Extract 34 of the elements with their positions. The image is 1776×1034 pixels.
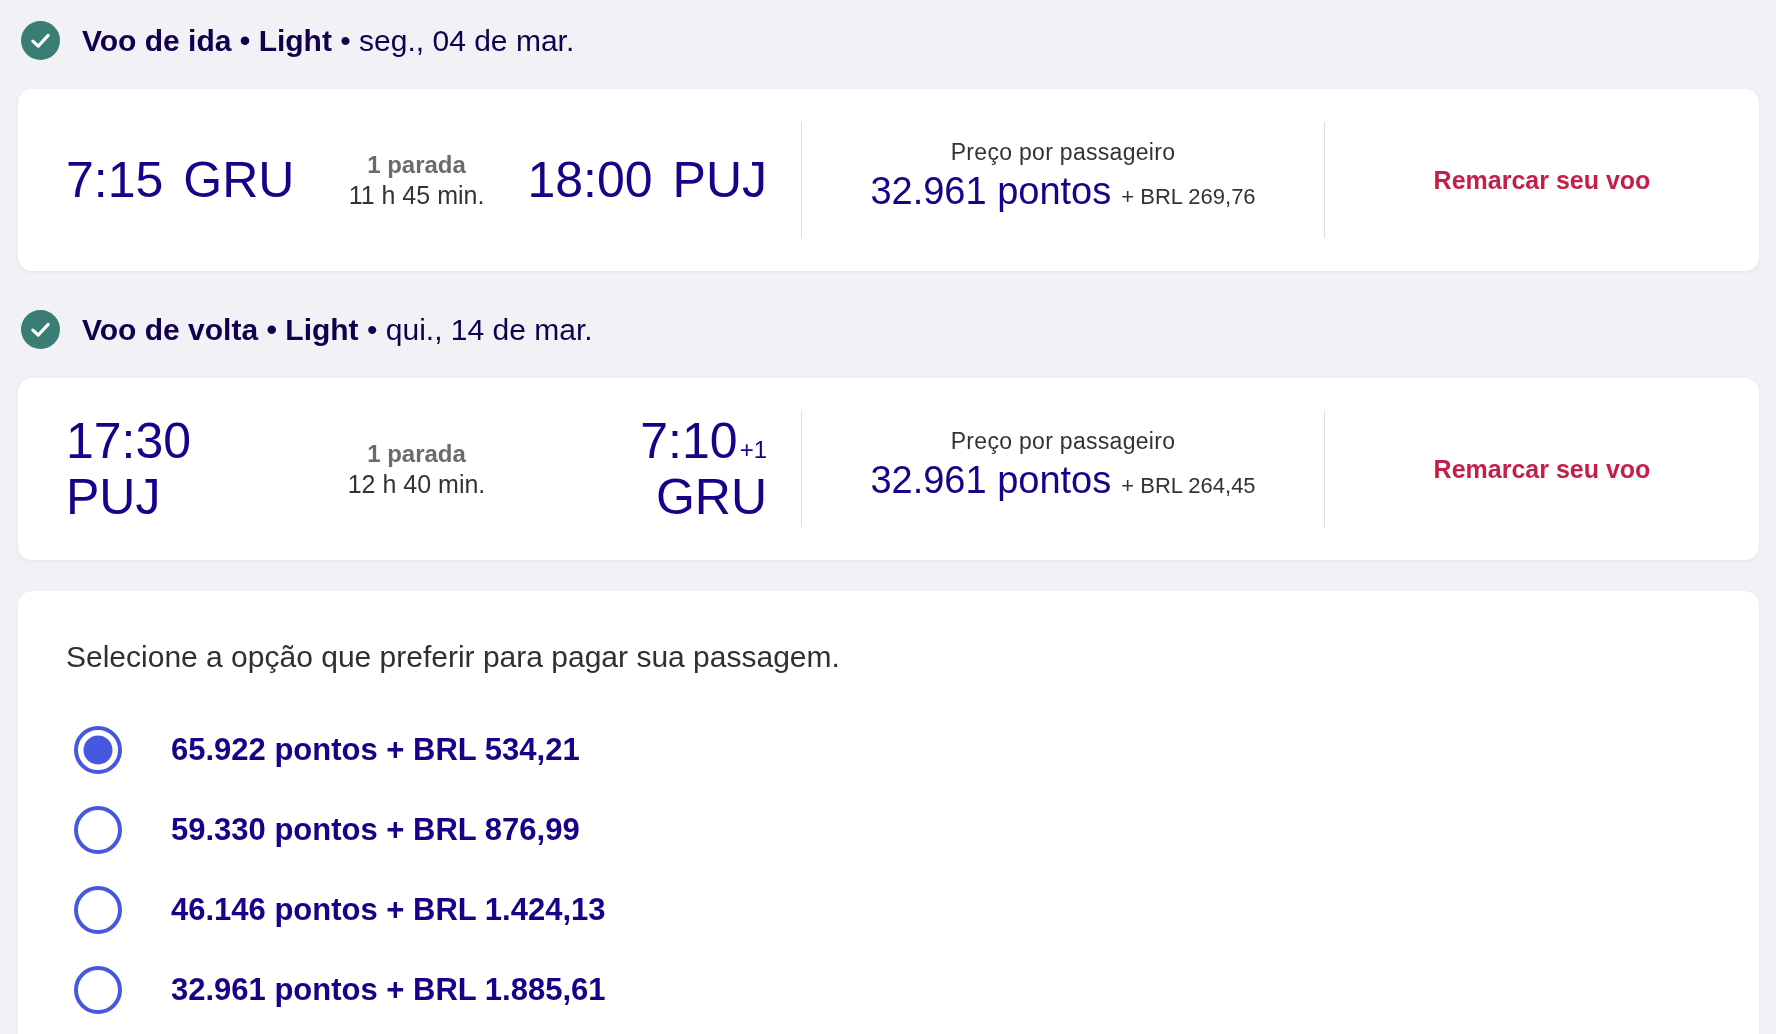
arrival-airport: PUJ <box>672 152 767 208</box>
cash-price: + BRL 269,76 <box>1121 183 1256 211</box>
day-offset: +1 <box>739 435 767 465</box>
flight-header: Voo de ida • Light • seg., 04 de mar. <box>82 22 575 59</box>
departure-airport: GRU <box>183 152 295 208</box>
check-icon <box>21 21 60 60</box>
points-price: 32.961 pontos <box>870 458 1112 503</box>
stops-count: 1 parada <box>367 439 466 469</box>
payment-instruction: Selecione a opção que preferir para pagar sua passagem. <box>66 640 840 674</box>
payment-option-label[interactable]: 59.330 pontos + BRL 876,99 <box>171 812 580 848</box>
payment-option-label[interactable]: 46.146 pontos + BRL 1.424,13 <box>171 892 606 928</box>
flight-header: Voo de volta • Light • qui., 14 de mar. <box>82 311 593 348</box>
departure-airport: PUJ <box>66 469 161 525</box>
radio-button[interactable] <box>74 886 122 934</box>
payment-option-label[interactable]: 32.961 pontos + BRL 1.885,61 <box>171 972 606 1008</box>
reschedule-link[interactable]: Remarcar seu voo <box>1433 454 1651 484</box>
payment-option-label[interactable]: 65.922 pontos + BRL 534,21 <box>171 732 580 768</box>
arrival-time: 7:10 <box>640 413 738 469</box>
radio-button[interactable] <box>74 726 122 774</box>
stops-count: 1 parada <box>367 150 466 180</box>
price-label: Preço por passageiro <box>950 138 1176 166</box>
flight-duration: 12 h 40 min. <box>347 469 486 499</box>
reschedule-link[interactable]: Remarcar seu voo <box>1433 165 1651 195</box>
radio-button[interactable] <box>74 966 122 1014</box>
departure-time: 7:15 <box>66 152 164 208</box>
price-label: Preço por passageiro <box>950 427 1176 455</box>
flight-duration: 11 h 45 min. <box>348 180 485 210</box>
departure-time: 17:30 <box>66 413 192 469</box>
arrival-airport: GRU <box>655 469 767 525</box>
check-icon <box>21 310 60 349</box>
radio-button[interactable] <box>74 806 122 854</box>
points-price: 32.961 pontos <box>870 169 1112 214</box>
arrival-time: 18:00 <box>527 152 653 208</box>
cash-price: + BRL 264,45 <box>1121 472 1256 500</box>
